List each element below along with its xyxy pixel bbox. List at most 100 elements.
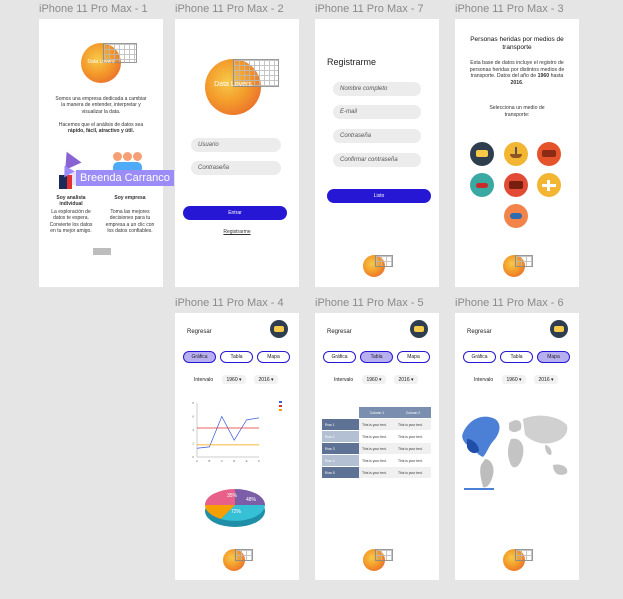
x-tick-label: D	[233, 459, 236, 463]
tab-map[interactable]: Mapa	[397, 351, 430, 363]
table-cell: This is your text.	[395, 455, 431, 466]
frame-title-1[interactable]: iPhone 11 Pro Max - 1	[39, 3, 148, 15]
frame-title-3[interactable]: iPhone 11 Pro Max - 3	[455, 3, 564, 15]
plane-icon[interactable]	[537, 173, 561, 197]
pie-chart: 35% 48% 72%	[205, 489, 265, 527]
password-input[interactable]: Contraseña	[191, 161, 281, 175]
tab-chart[interactable]: Gráfica	[183, 351, 216, 363]
table-cell: This is your text.	[395, 431, 431, 442]
bus-icon[interactable]	[470, 142, 494, 166]
x-tick-label: E	[246, 459, 248, 463]
y-tick-label: 4	[192, 428, 194, 432]
frame-title-5[interactable]: iPhone 11 Pro Max - 5	[315, 297, 424, 309]
tab-map[interactable]: Mapa	[537, 351, 570, 363]
world-map	[462, 415, 568, 488]
table-cell: This is your text.	[359, 443, 395, 454]
frame-6: Regresar Gráfica Tabla Mapa Intervalo 19…	[455, 313, 579, 580]
password-input[interactable]: Contraseña	[333, 129, 421, 143]
logo-chart-icon	[515, 255, 533, 267]
map-legend-bar	[464, 488, 494, 490]
tab-chart[interactable]: Gráfica	[463, 351, 496, 363]
frame-1: Data Lovers Somos una empresa dedicada a…	[39, 19, 163, 287]
table-cell: This is your text.	[359, 419, 395, 430]
y-tick-label: 6	[192, 415, 194, 419]
bus-icon	[270, 320, 288, 338]
x-tick-label: F	[258, 459, 260, 463]
logo-chart-icon	[515, 549, 533, 561]
bus-icon	[410, 320, 428, 338]
fullname-input[interactable]: Nombre completo	[333, 82, 421, 96]
register-link[interactable]: Registrarme	[205, 229, 269, 235]
interval-label: Intervalo	[474, 377, 494, 383]
year-to-dropdown[interactable]: 2016 ▾	[394, 375, 418, 384]
car-icon[interactable]	[504, 204, 528, 228]
pie-label-3: 72%	[231, 509, 242, 515]
back-link[interactable]: Regresar	[187, 329, 212, 335]
year-from-dropdown[interactable]: 1960 ▾	[222, 375, 246, 384]
frame-7: Registrarme Nombre completo E-mail Contr…	[315, 19, 439, 287]
truck-icon[interactable]	[504, 173, 528, 197]
legend-swatch-1	[279, 401, 282, 403]
frame-title-6[interactable]: iPhone 11 Pro Max - 6	[455, 297, 564, 309]
row-header-2: Row 2	[322, 431, 359, 442]
table-cell: This is your text.	[395, 443, 431, 454]
intro-text: Somos una empresa dedicada a cambiar la …	[55, 96, 147, 115]
tab-table[interactable]: Tabla	[360, 351, 393, 363]
column-header-1: Column 1	[359, 407, 395, 418]
email-input[interactable]: E-mail	[333, 105, 421, 119]
year-from-dropdown[interactable]: 1960 ▾	[502, 375, 526, 384]
frame-title-4[interactable]: iPhone 11 Pro Max - 4	[175, 297, 284, 309]
row-header-1: Row 1	[322, 419, 359, 430]
tab-table[interactable]: Tabla	[500, 351, 533, 363]
boat-icon[interactable]	[504, 142, 528, 166]
legend-swatch-2	[279, 405, 282, 407]
pie-label-2: 48%	[246, 497, 257, 503]
line-chart: 0 2 4 6 8 A B C D E F	[192, 401, 282, 463]
username-input[interactable]: Usuario	[191, 138, 281, 152]
table-cell: This is your text.	[359, 467, 395, 478]
series-line-1	[196, 415, 260, 449]
intro-text-bold: rápido, fácil, atractivo y útil.	[67, 128, 135, 134]
y-tick-label: 8	[192, 401, 194, 405]
confirm-password-input[interactable]: Confirmar contraseña	[333, 153, 421, 167]
row-header-3: Row 3	[322, 443, 359, 454]
left-title: Soy analista individual	[56, 195, 86, 208]
column-header-2: Column 2	[395, 407, 431, 418]
table-cell: This is your text.	[395, 467, 431, 478]
y-tick-label: 0	[192, 455, 194, 459]
y-tick-label: 2	[192, 442, 194, 446]
tab-table[interactable]: Tabla	[220, 351, 253, 363]
select-prompt: Selecciona un medio de transporte:	[489, 105, 545, 118]
collaborator-cursor-label: Breenda Carranco	[76, 170, 174, 186]
pie-label-1: 35%	[227, 493, 238, 499]
train-icon[interactable]	[537, 142, 561, 166]
frame-title-2[interactable]: iPhone 11 Pro Max - 2	[175, 3, 284, 15]
frame-3: Personas heridas por medios de transport…	[455, 19, 579, 287]
page-indicator[interactable]	[93, 248, 111, 255]
dataset-desc: Esta base de datos incluye el registro d…	[469, 60, 565, 86]
done-button[interactable]: Listo	[327, 189, 431, 203]
legend-swatch-3	[279, 409, 282, 411]
tab-chart[interactable]: Gráfica	[323, 351, 356, 363]
x-tick-label: B	[208, 459, 210, 463]
logo-text: Data Lovers	[214, 81, 252, 88]
row-header-4: Row 4	[322, 455, 359, 466]
motorcycle-icon[interactable]	[470, 173, 494, 197]
dataset-title: Personas heridas por medios de transport…	[470, 36, 564, 52]
frame-title-7[interactable]: iPhone 11 Pro Max - 7	[315, 3, 424, 15]
frame-2: Data Lovers Usuario Contraseña Entrar Re…	[175, 19, 299, 287]
tab-map[interactable]: Mapa	[257, 351, 290, 363]
interval-label: Intervalo	[334, 377, 354, 383]
year-from-dropdown[interactable]: 1960 ▾	[362, 375, 386, 384]
logo-text: Data Lovers	[87, 59, 115, 65]
back-link[interactable]: Regresar	[327, 329, 352, 335]
year-to-dropdown[interactable]: 2016 ▾	[254, 375, 278, 384]
right-title: Soy empresa	[114, 195, 146, 201]
bus-icon	[550, 320, 568, 338]
year-to-dropdown[interactable]: 2016 ▾	[534, 375, 558, 384]
login-button[interactable]: Entrar	[183, 206, 287, 220]
table-cell: This is your text.	[359, 431, 395, 442]
row-header-5: Row 5	[322, 467, 359, 478]
back-link[interactable]: Regresar	[467, 329, 492, 335]
right-desc: Toma las mejores decisiones para tu empr…	[105, 209, 155, 234]
